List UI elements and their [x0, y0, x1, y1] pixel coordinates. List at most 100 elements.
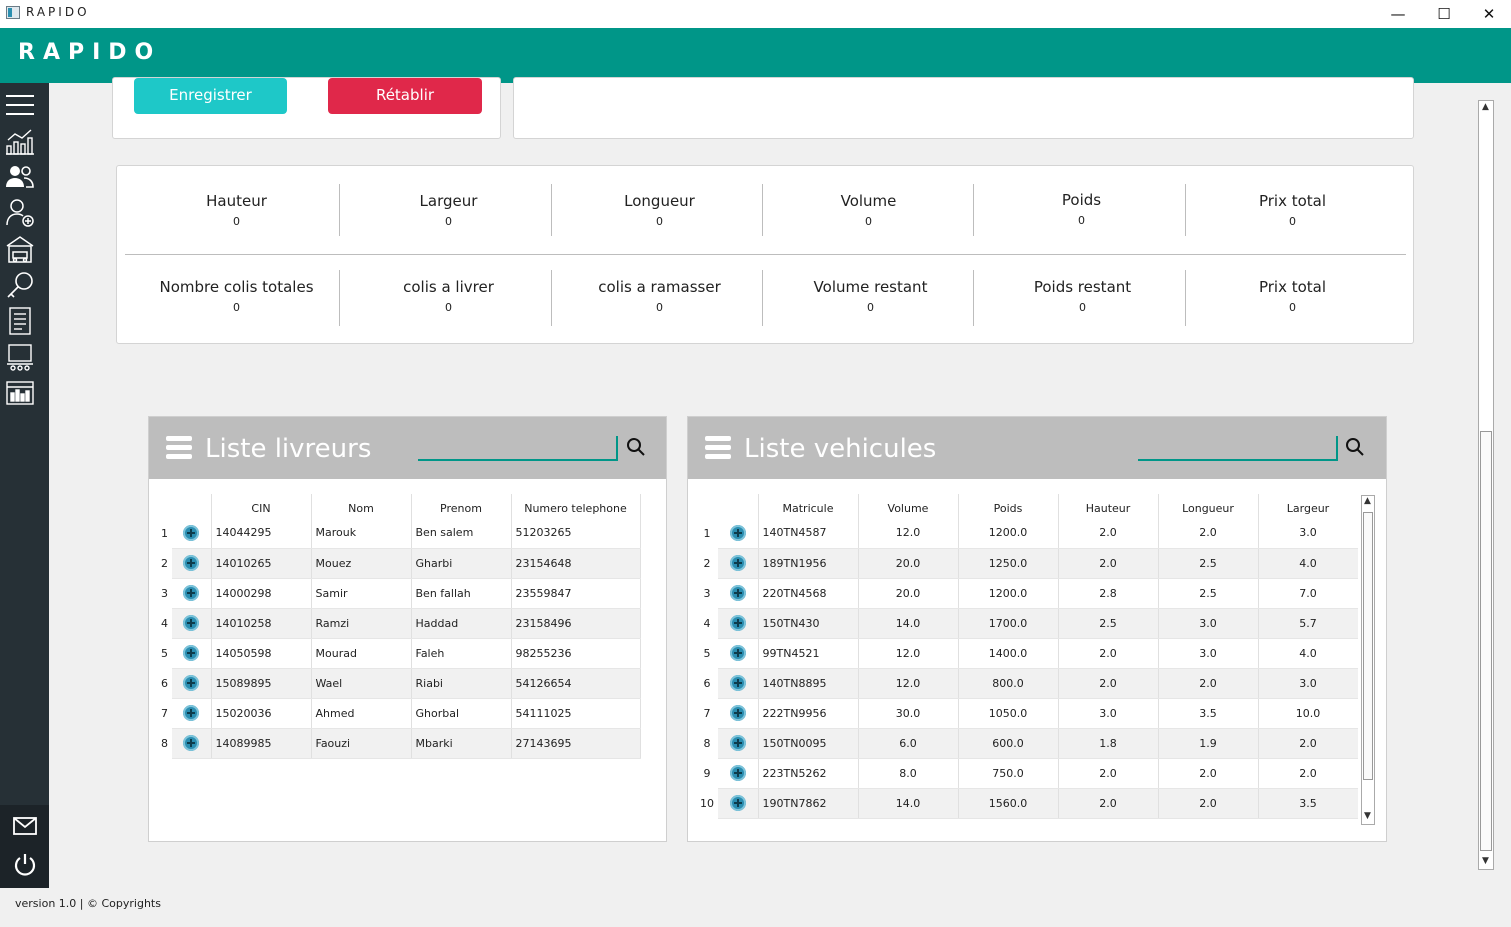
livreurs-search-icon[interactable]: [626, 437, 646, 457]
column-header[interactable]: Numero telephone: [511, 494, 641, 518]
column-header[interactable]: Nom: [311, 494, 412, 518]
table-row[interactable]: 6 140TN8895 12.0 800.0 2.0 2.0 3.0: [696, 668, 1358, 699]
column-header[interactable]: Volume: [858, 494, 959, 518]
maximize-button[interactable]: ☐: [1421, 0, 1467, 28]
row-number: 6: [161, 676, 168, 690]
statistics-icon[interactable]: [4, 125, 36, 157]
dashboard-icon[interactable]: [4, 377, 36, 409]
column-header[interactable]: Largeur: [1258, 494, 1358, 518]
table-row[interactable]: 3 14000298 Samir Ben fallah 23559847: [157, 578, 641, 609]
table-row[interactable]: 2 189TN1956 20.0 1250.0 2.0 2.5 4.0: [696, 548, 1358, 579]
column-header[interactable]: Hauteur: [1058, 494, 1159, 518]
table-cell: Faouzi: [311, 728, 412, 759]
add-circle-icon[interactable]: [729, 524, 746, 541]
menu-icon[interactable]: [4, 89, 36, 121]
add-circle-icon[interactable]: [729, 585, 746, 601]
close-button[interactable]: ✕: [1466, 0, 1511, 28]
table-cell: 600.0: [958, 728, 1059, 759]
column-header[interactable]: Matricule: [758, 494, 859, 518]
vehicules-menu-icon[interactable]: [705, 436, 731, 460]
row-number: 3: [161, 586, 168, 600]
table-cell: 2.0: [1158, 758, 1259, 789]
main-scrollbar-thumb[interactable]: [1480, 431, 1492, 851]
table-cell: 140TN8895: [758, 668, 859, 699]
livreurs-panel-header: Liste livreurs: [149, 417, 666, 479]
reset-button[interactable]: Rétablir: [328, 78, 482, 114]
add-circle-icon[interactable]: [183, 615, 200, 631]
add-circle-icon[interactable]: [183, 585, 200, 601]
table-cell: 800.0: [958, 668, 1059, 699]
add-circle-icon[interactable]: [183, 675, 200, 691]
add-user-icon[interactable]: [4, 197, 36, 229]
app-header: RAPIDO: [0, 28, 1511, 83]
table-row[interactable]: 3 220TN4568 20.0 1200.0 2.8 2.5 7.0: [696, 578, 1358, 609]
table-row[interactable]: 5 14050598 Mourad Faleh 98255236: [157, 638, 641, 669]
row-number: 1: [703, 526, 711, 540]
column-header[interactable]: [172, 494, 212, 518]
table-row[interactable]: 10 190TN7862 14.0 1560.0 2.0 2.0 3.5: [696, 788, 1358, 819]
table-row[interactable]: 7 222TN9956 30.0 1050.0 3.0 3.5 10.0: [696, 698, 1358, 729]
vehicules-title: Liste vehicules: [744, 434, 937, 464]
table-row[interactable]: 1 14044295 Marouk Ben salem 51203265: [157, 518, 641, 549]
list-icon[interactable]: [4, 305, 36, 337]
table-cell: Faleh: [411, 638, 512, 669]
add-circle-icon[interactable]: [729, 765, 746, 781]
divider: [339, 184, 340, 236]
vehicle-monitor-icon[interactable]: [4, 341, 36, 373]
add-circle-icon[interactable]: [729, 645, 746, 661]
table-row[interactable]: 1 140TN4587 12.0 1200.0 2.0 2.0 3.0: [696, 518, 1358, 549]
users-icon[interactable]: [4, 161, 36, 193]
table-row[interactable]: 4 150TN430 14.0 1700.0 2.5 3.0 5.7: [696, 608, 1358, 639]
add-circle-icon[interactable]: [729, 705, 746, 721]
add-circle-icon[interactable]: [729, 615, 746, 631]
vehicules-table: Matricule Volume Poids Hauteur Longueur …: [696, 494, 1358, 819]
scroll-down-arrow[interactable]: ▼: [1364, 811, 1371, 821]
vehicules-search-icon[interactable]: [1345, 437, 1365, 457]
column-header[interactable]: [718, 494, 759, 518]
table-row[interactable]: 6 15089895 Wael Riabi 54126654: [157, 668, 641, 699]
add-circle-icon[interactable]: [183, 735, 200, 751]
add-circle-icon[interactable]: [183, 705, 200, 721]
table-row[interactable]: 9 223TN5262 8.0 750.0 2.0 2.0 2.0: [696, 758, 1358, 789]
main-scroll-down-arrow[interactable]: ▼: [1482, 856, 1489, 866]
main-scroll-up-arrow[interactable]: ▲: [1482, 102, 1489, 112]
table-row[interactable]: 8 150TN0095 6.0 600.0 1.8 1.9 2.0: [696, 728, 1358, 759]
table-row[interactable]: 7 15020036 Ahmed Ghorbal 54111025: [157, 698, 641, 729]
row-number: 2: [161, 556, 168, 570]
column-header[interactable]: Prenom: [411, 494, 512, 518]
column-header[interactable]: CIN: [211, 494, 312, 518]
table-row[interactable]: 4 14010258 Ramzi Haddad 23158496: [157, 608, 641, 639]
divider: [551, 270, 552, 326]
garage-icon[interactable]: [4, 233, 36, 265]
table-cell: 99TN4521: [758, 638, 859, 669]
vehicules-search-input[interactable]: [1138, 436, 1338, 461]
minimize-button[interactable]: —: [1375, 0, 1421, 28]
add-circle-icon[interactable]: [183, 524, 200, 541]
table-row[interactable]: 5 99TN4521 12.0 1400.0 2.0 3.0 4.0: [696, 638, 1358, 669]
add-circle-icon[interactable]: [183, 555, 200, 571]
search-key-icon[interactable]: [4, 269, 36, 301]
livreurs-search-input[interactable]: [418, 436, 618, 461]
column-header[interactable]: Poids: [958, 494, 1059, 518]
table-cell: 2.0: [1258, 758, 1358, 789]
add-circle-icon[interactable]: [729, 555, 746, 571]
table-row[interactable]: 2 14010265 Mouez Gharbi 23154648: [157, 548, 641, 579]
table-row[interactable]: 8 14089985 Faouzi Mbarki 27143695: [157, 728, 641, 759]
scrollbar-thumb[interactable]: [1363, 512, 1373, 780]
main-scrollbar[interactable]: ▲ ▼: [1478, 100, 1494, 870]
livreurs-menu-icon[interactable]: [166, 436, 192, 460]
vehicules-scrollbar[interactable]: ▲ ▼: [1361, 495, 1375, 825]
save-button[interactable]: Enregistrer: [134, 78, 287, 114]
scroll-up-arrow[interactable]: ▲: [1364, 496, 1371, 506]
add-circle-icon[interactable]: [729, 795, 746, 811]
column-header[interactable]: Longueur: [1158, 494, 1259, 518]
brand-logo: RAPIDO: [18, 40, 162, 65]
add-circle-icon[interactable]: [183, 645, 200, 661]
add-circle-icon[interactable]: [729, 735, 746, 751]
mail-icon[interactable]: [9, 810, 41, 842]
add-circle-icon[interactable]: [729, 675, 746, 691]
row-number: 4: [161, 616, 168, 630]
power-icon[interactable]: [9, 849, 41, 881]
table-cell: 14050598: [211, 638, 312, 669]
table-cell: 2.0: [1058, 548, 1159, 579]
